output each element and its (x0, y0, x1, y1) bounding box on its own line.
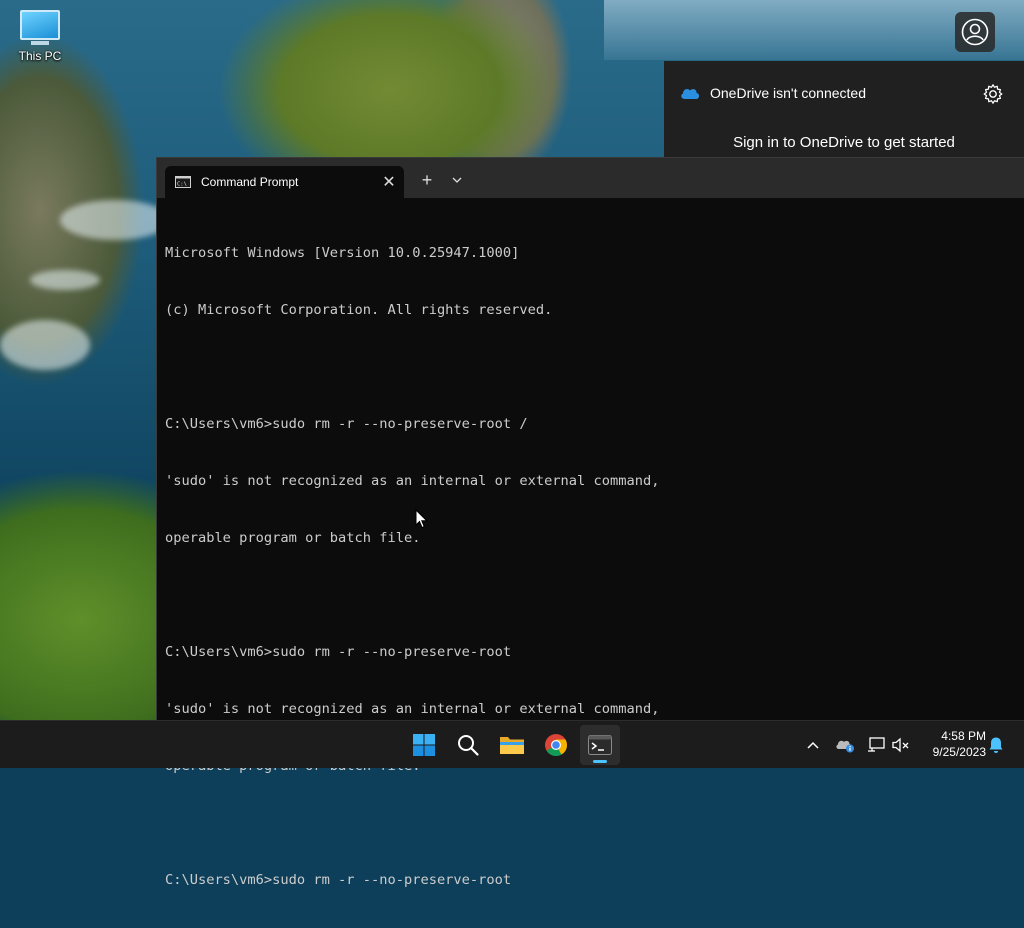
clock-time: 4:58 PM (941, 729, 986, 743)
search-icon (458, 735, 479, 756)
start-button[interactable] (404, 725, 444, 765)
windows-logo-icon (413, 734, 435, 756)
chevron-down-icon (452, 177, 462, 183)
console-line: C:\Users\vm6>sudo rm -r --no-preserve-ro… (165, 416, 528, 432)
terminal-taskbar-button[interactable] (580, 725, 620, 765)
account-button[interactable] (955, 12, 995, 52)
console-line: 'sudo' is not recognized as an internal … (165, 473, 660, 489)
bell-icon (989, 737, 1003, 753)
wave-foam (60, 200, 170, 240)
onedrive-cloud-icon (681, 88, 700, 99)
active-app-indicator (593, 760, 607, 763)
cmd-icon: C:\ (175, 176, 191, 188)
tab-close-button[interactable]: ✕ (374, 172, 404, 192)
search-button[interactable] (448, 725, 488, 765)
svg-text:C:\: C:\ (177, 182, 187, 188)
taskbar: 4:58 PM 9/25/2023 (0, 720, 1024, 768)
console-line: C:\Users\vm6>sudo rm -r --no-preserve-ro… (165, 644, 512, 660)
gear-icon (983, 84, 1003, 104)
tab-title: Command Prompt (201, 175, 299, 189)
onedrive-title: OneDrive isn't connected (710, 85, 866, 101)
notifications-button[interactable] (986, 735, 1006, 755)
console-output[interactable]: Microsoft Windows [Version 10.0.25947.10… (165, 206, 1015, 888)
onedrive-status-icon (836, 740, 854, 753)
wave-foam (0, 320, 90, 370)
tab-command-prompt[interactable]: C:\ Command Prompt ✕ (165, 166, 404, 198)
onedrive-settings-button[interactable] (982, 83, 1004, 110)
user-account-icon (961, 18, 989, 46)
mouse-cursor-icon (415, 509, 429, 529)
network-tray-button[interactable] (866, 735, 886, 755)
terminal-window[interactable]: C:\ Command Prompt ✕ + Microsoft Windows… (156, 157, 1024, 888)
onedrive-signin-link[interactable]: Sign in to OneDrive to get started (664, 134, 1024, 151)
chrome-icon (545, 734, 567, 756)
file-explorer-button[interactable] (492, 725, 532, 765)
wave-foam (30, 270, 100, 290)
chrome-button[interactable] (536, 725, 576, 765)
onedrive-tray-button[interactable] (835, 735, 855, 755)
onedrive-flyout: OneDrive isn't connected Sign in to OneD… (664, 61, 1024, 157)
new-tab-button[interactable]: + (415, 166, 439, 194)
console-line: operable program or batch file. (165, 530, 421, 546)
console-line: (c) Microsoft Corporation. All rights re… (165, 302, 553, 318)
console-prompt-line[interactable]: C:\Users\vm6>sudo rm -r --no-preserve-ro… (165, 871, 1015, 890)
console-line: Microsoft Windows [Version 10.0.25947.10… (165, 245, 520, 261)
console-line: 'sudo' is not recognized as an internal … (165, 701, 660, 717)
chevron-up-icon (807, 741, 819, 749)
volume-tray-button[interactable] (891, 735, 911, 755)
desktop-icon-label: This PC (18, 49, 62, 63)
terminal-tab-bar: C:\ Command Prompt ✕ + (157, 158, 1024, 198)
volume-muted-icon (892, 737, 909, 753)
taskbar-clock[interactable]: 4:58 PM 9/25/2023 (920, 728, 986, 760)
network-icon (868, 737, 885, 752)
folder-icon (500, 737, 524, 754)
monitor-icon (20, 10, 60, 40)
clock-date: 9/25/2023 (932, 745, 986, 759)
monitor-stand (31, 41, 49, 45)
tab-dropdown-button[interactable] (447, 166, 467, 194)
desktop-icon-this-pc[interactable]: This PC (12, 10, 68, 63)
onedrive-header: OneDrive isn't connected (680, 85, 866, 101)
show-hidden-icons-button[interactable] (803, 735, 823, 755)
terminal-icon (588, 735, 612, 755)
